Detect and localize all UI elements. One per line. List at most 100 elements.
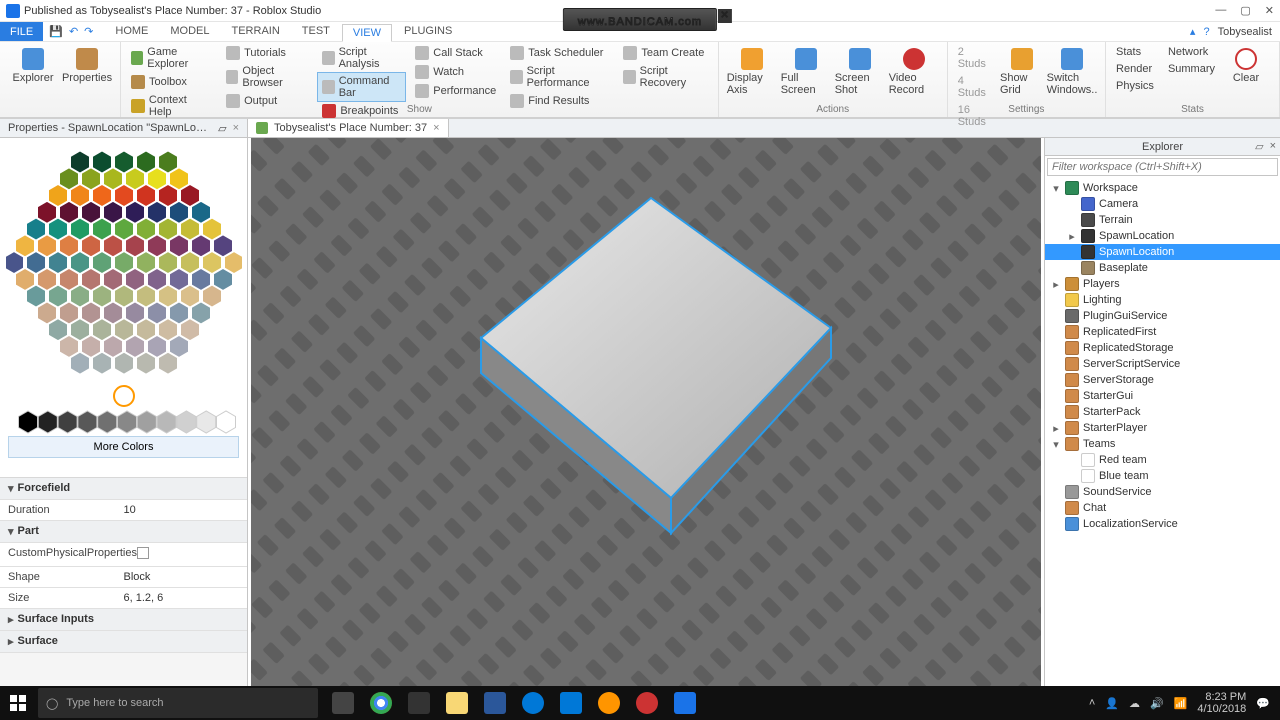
performance-button[interactable]: Performance — [411, 82, 500, 100]
properties-button[interactable]: Properties — [60, 44, 114, 115]
tree-node-red-team[interactable]: Red team — [1045, 452, 1280, 468]
start-button[interactable] — [0, 686, 36, 720]
stats-button[interactable]: Stats — [1112, 44, 1158, 60]
command-bar-button[interactable]: Command Bar — [318, 73, 405, 101]
file-menu[interactable]: FILE — [0, 22, 43, 41]
tree-node-players[interactable]: ▸Players — [1045, 276, 1280, 292]
maximize-button[interactable]: ▢ — [1240, 4, 1250, 17]
taskbar-search[interactable]: ◯ Type here to search — [38, 688, 318, 718]
tree-node-startergui[interactable]: StarterGui — [1045, 388, 1280, 404]
studs-4-button[interactable]: 4 Studs — [954, 73, 998, 101]
tree-node-starterpack[interactable]: StarterPack — [1045, 404, 1280, 420]
tab-home[interactable]: HOME — [105, 23, 158, 41]
close-panel-icon[interactable]: × — [233, 122, 239, 135]
tab-place[interactable]: Tobysealist's Place Number: 37 × — [248, 119, 449, 137]
windows-taskbar[interactable]: ◯ Type here to search ˄ 👤 ☁ 🔊 📶 8:23 PM4… — [0, 686, 1280, 720]
app-edge[interactable] — [516, 686, 550, 720]
script-recovery-button[interactable]: Script Recovery — [619, 63, 711, 91]
tray-wifi-icon[interactable]: 📶 — [1174, 697, 1188, 710]
tree-node-spawnlocation[interactable]: SpawnLocation — [1045, 244, 1280, 260]
tree-node-spawnlocation[interactable]: ▸SpawnLocation — [1045, 228, 1280, 244]
explorer-tree[interactable]: ▾WorkspaceCameraTerrain▸SpawnLocationSpa… — [1045, 178, 1280, 686]
help-icon[interactable]: ? — [1203, 26, 1209, 38]
tree-node-replicatedfirst[interactable]: ReplicatedFirst — [1045, 324, 1280, 340]
app-firefox[interactable] — [592, 686, 626, 720]
app-explorer[interactable] — [440, 686, 474, 720]
collapse-ribbon-icon[interactable]: ▴ — [1190, 25, 1196, 38]
object-browser-button[interactable]: Object Browser — [222, 63, 312, 91]
tree-node-teams[interactable]: ▾Teams — [1045, 436, 1280, 452]
tree-node-serverstorage[interactable]: ServerStorage — [1045, 372, 1280, 388]
summary-button[interactable]: Summary — [1164, 61, 1219, 77]
tree-node-chat[interactable]: Chat — [1045, 500, 1280, 516]
app-store[interactable] — [402, 686, 436, 720]
close-tab-icon[interactable]: × — [433, 122, 439, 134]
hex-color-wheel[interactable] — [6, 144, 242, 434]
close-button[interactable]: ✕ — [1265, 4, 1274, 17]
script-performance-button[interactable]: Script Performance — [506, 63, 613, 91]
user-label[interactable]: Tobysealist — [1218, 26, 1272, 38]
app-word[interactable] — [478, 686, 512, 720]
prop-duration[interactable]: Duration10 — [0, 500, 247, 521]
call-stack-button[interactable]: Call Stack — [411, 44, 500, 62]
tree-node-blue-team[interactable]: Blue team — [1045, 468, 1280, 484]
clear-button[interactable]: Clear — [1219, 44, 1273, 94]
switch-windows-button[interactable]: Switch Windows.. — [1045, 44, 1099, 130]
tutorials-button[interactable]: Tutorials — [222, 44, 312, 62]
tree-node-localizationservice[interactable]: LocalizationService — [1045, 516, 1280, 532]
explorer-button[interactable]: Explorer — [6, 44, 60, 115]
tree-node-baseplate[interactable]: Baseplate — [1045, 260, 1280, 276]
tray-onedrive-icon[interactable]: ☁ — [1129, 697, 1140, 710]
tree-node-camera[interactable]: Camera — [1045, 196, 1280, 212]
physics-button[interactable]: Physics — [1112, 78, 1158, 94]
section-surface-inputs[interactable]: ▸Surface Inputs — [0, 609, 247, 631]
viewport-3d[interactable] — [248, 138, 1044, 686]
task-scheduler-button[interactable]: Task Scheduler — [506, 44, 613, 62]
tab-view[interactable]: VIEW — [342, 24, 392, 42]
tab-test[interactable]: TEST — [292, 23, 340, 41]
network-button[interactable]: Network — [1164, 44, 1219, 60]
watch-button[interactable]: Watch — [411, 63, 500, 81]
taskbar-clock[interactable]: 8:23 PM4/10/2018 — [1197, 691, 1246, 715]
tree-node-pluginguiservice[interactable]: PluginGuiService — [1045, 308, 1280, 324]
app-bandicam[interactable] — [630, 686, 664, 720]
studs-2-button[interactable]: 2 Studs — [954, 44, 998, 72]
tree-node-soundservice[interactable]: SoundService — [1045, 484, 1280, 500]
color-picker[interactable]: More Colors — [0, 138, 247, 478]
explorer-filter-input[interactable] — [1047, 158, 1278, 176]
qat-save-icon[interactable]: 💾 — [49, 25, 63, 38]
popout-icon[interactable]: ▱ — [1255, 140, 1263, 153]
qat-undo-icon[interactable]: ↶ — [69, 25, 78, 38]
show-grid-button[interactable]: Show Grid — [998, 44, 1045, 130]
tray-people-icon[interactable]: 👤 — [1105, 697, 1119, 710]
script-analysis-button[interactable]: Script Analysis — [318, 44, 405, 72]
minimize-button[interactable]: — — [1215, 4, 1226, 17]
tree-node-terrain[interactable]: Terrain — [1045, 212, 1280, 228]
tree-node-starterplayer[interactable]: ▸StarterPlayer — [1045, 420, 1280, 436]
prop-size[interactable]: Size6, 1.2, 6 — [0, 588, 247, 609]
notifications-icon[interactable]: 💬 — [1256, 697, 1270, 710]
app-chrome[interactable] — [364, 686, 398, 720]
more-colors-button[interactable]: More Colors — [8, 436, 239, 458]
section-part[interactable]: ▾Part — [0, 521, 247, 543]
checkbox-icon[interactable] — [137, 547, 149, 559]
section-forcefield[interactable]: ▾Forcefield — [0, 478, 247, 500]
close-panel-icon[interactable]: × — [1270, 140, 1276, 153]
tree-node-lighting[interactable]: Lighting — [1045, 292, 1280, 308]
tray-up-icon[interactable]: ˄ — [1089, 697, 1095, 709]
render-button[interactable]: Render — [1112, 61, 1158, 77]
tree-node-serverscriptservice[interactable]: ServerScriptService — [1045, 356, 1280, 372]
app-roblox-studio[interactable] — [668, 686, 702, 720]
section-surface[interactable]: ▸Surface — [0, 631, 247, 653]
prop-shape[interactable]: ShapeBlock — [0, 567, 247, 588]
popout-icon[interactable]: ▱ — [218, 122, 226, 135]
qat-redo-icon[interactable]: ↷ — [84, 25, 93, 38]
toolbox-button[interactable]: Toolbox — [127, 73, 216, 91]
tab-model[interactable]: MODEL — [160, 23, 219, 41]
tree-node-replicatedstorage[interactable]: ReplicatedStorage — [1045, 340, 1280, 356]
tree-node-workspace[interactable]: ▾Workspace — [1045, 180, 1280, 196]
tab-plugins[interactable]: PLUGINS — [394, 23, 462, 41]
task-view-button[interactable] — [326, 686, 360, 720]
prop-custom-physical[interactable]: CustomPhysicalProperties — [0, 543, 247, 567]
game-explorer-button[interactable]: Game Explorer — [127, 44, 216, 72]
